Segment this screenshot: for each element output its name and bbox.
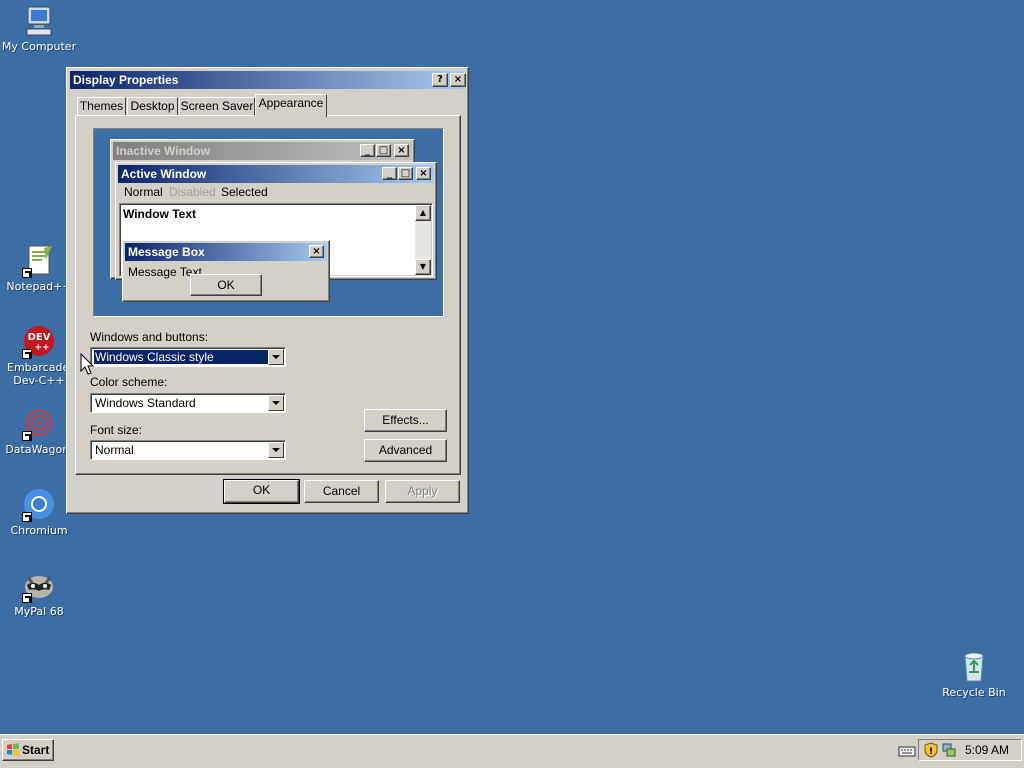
preview-active-title: Active Window xyxy=(121,167,207,181)
windows-logo-icon xyxy=(6,743,20,757)
recycle-bin-icon xyxy=(957,650,991,684)
devcpp-icon: DEV ++ xyxy=(22,325,56,359)
apply-button[interactable]: Apply xyxy=(385,480,460,503)
advanced-button[interactable]: Advanced xyxy=(364,439,447,462)
color-scheme-select[interactable]: Windows Standard xyxy=(90,393,286,413)
dialog-title: Display Properties xyxy=(73,73,179,87)
scroll-down-icon: ▼ xyxy=(415,259,431,275)
tab-screen-saver[interactable]: Screen Saver xyxy=(179,97,255,116)
mypal-raccoon-icon xyxy=(22,569,56,603)
close-button[interactable]: × xyxy=(450,73,466,87)
preview-maximize-icon: □ xyxy=(376,144,391,157)
windows-buttons-label: Windows and buttons: xyxy=(90,330,209,344)
preview-msgbox-title: Message Box xyxy=(128,245,205,259)
ok-button[interactable]: OK xyxy=(223,479,300,504)
font-size-select[interactable]: Normal xyxy=(90,440,286,460)
preview-msgbox-title-bar: Message Box xyxy=(125,243,327,261)
preview-menu-disabled: Disabled xyxy=(169,185,216,199)
preview-maximize-icon: □ xyxy=(398,167,413,180)
shortcut-arrow-icon xyxy=(22,268,32,278)
color-scheme-label: Color scheme: xyxy=(90,375,168,389)
desktop-icon-label: My Computer xyxy=(1,40,77,53)
desktop-icon-recycle-bin[interactable]: Recycle Bin xyxy=(936,650,1012,699)
windows-buttons-select[interactable]: Windows Classic style xyxy=(90,347,286,367)
tab-themes[interactable]: Themes xyxy=(77,97,126,116)
color-scheme-value: Windows Standard xyxy=(95,396,196,410)
keyboard-icon[interactable] xyxy=(898,744,916,758)
font-size-value: Normal xyxy=(95,443,134,457)
tab-appearance[interactable]: Appearance xyxy=(255,94,327,117)
svg-text:++: ++ xyxy=(34,343,49,353)
shortcut-arrow-icon xyxy=(22,349,32,359)
shortcut-arrow-icon xyxy=(22,431,32,441)
chromium-icon xyxy=(22,488,56,522)
preview-minimize-icon: _ xyxy=(382,167,397,180)
desktop-icon-label: Embarcadero Dev-C++ xyxy=(7,361,81,387)
preview-window-text: Window Text xyxy=(123,207,196,221)
start-label: Start xyxy=(22,743,50,757)
preview-message-box: Message Box × Message Text OK xyxy=(122,240,330,302)
desktop-icon-label: Chromium xyxy=(10,524,68,537)
preview-msgbox-ok: OK xyxy=(190,274,262,296)
preview-scrollbar: ▲ ▼ xyxy=(415,205,431,275)
effects-button[interactable]: Effects... xyxy=(364,409,447,432)
notepadpp-icon xyxy=(22,244,56,278)
svg-text:DEV: DEV xyxy=(28,332,51,343)
tab-desktop[interactable]: Desktop xyxy=(127,97,178,116)
network-icon[interactable] xyxy=(941,742,957,758)
preview-close-icon: × xyxy=(416,167,431,180)
shortcut-arrow-icon xyxy=(22,593,32,603)
desktop-icon-label: Recycle Bin xyxy=(942,686,1006,699)
chevron-down-icon[interactable] xyxy=(268,395,284,411)
computer-icon xyxy=(22,4,56,38)
preview-inactive-title: Inactive Window xyxy=(116,144,210,158)
help-button[interactable]: ? xyxy=(432,73,448,87)
preview-menu-selected: Selected xyxy=(221,185,268,199)
font-size-label: Font size: xyxy=(90,423,143,437)
mouse-cursor-icon xyxy=(80,352,95,375)
windows-buttons-value: Windows Classic style xyxy=(94,350,268,364)
preview-minimize-icon: _ xyxy=(360,144,375,157)
preview-close-icon: × xyxy=(309,245,324,258)
desktop-icon-my-computer[interactable]: My Computer xyxy=(1,4,77,53)
start-button[interactable]: Start xyxy=(2,739,54,761)
datawagon-icon xyxy=(22,407,56,441)
svg-text:!: ! xyxy=(929,747,933,757)
scroll-up-icon: ▲ xyxy=(415,205,431,221)
clock[interactable]: 5:09 AM xyxy=(965,743,1009,757)
taskbar: Start ! 5:09 AM xyxy=(0,734,1024,768)
preview-menu-normal: Normal xyxy=(124,185,163,199)
system-tray: ! 5:09 AM xyxy=(918,739,1022,761)
shortcut-arrow-icon xyxy=(22,512,32,522)
cancel-button[interactable]: Cancel xyxy=(304,480,379,503)
security-shield-icon[interactable]: ! xyxy=(923,742,939,758)
preview-close-icon: × xyxy=(394,144,409,157)
chevron-down-icon[interactable] xyxy=(268,349,284,365)
desktop-icon-mypal[interactable]: MyPal 68 xyxy=(1,569,77,618)
dialog-title-bar[interactable]: Display Properties xyxy=(70,71,465,89)
desktop-icon-label: MyPal 68 xyxy=(14,605,64,618)
chevron-down-icon[interactable] xyxy=(268,442,284,458)
